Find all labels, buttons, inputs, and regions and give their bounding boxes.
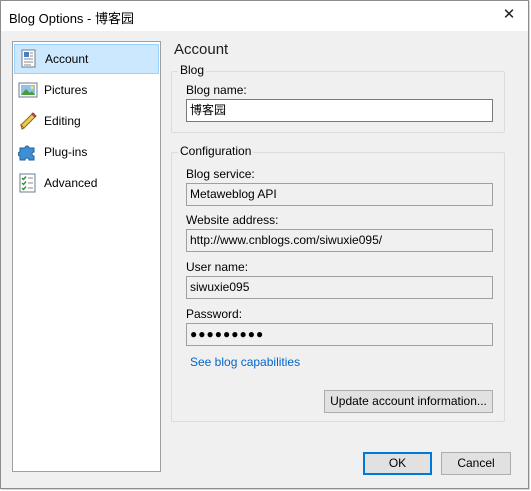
website-address-label: Website address: [186,213,279,227]
sidebar-item-label: Advanced [44,176,98,190]
password-field: ●●●●●●●●● [186,323,493,346]
page-title: Account [174,41,229,58]
blog-service-label: Blog service: [186,167,255,181]
website-address-field: http://www.cnblogs.com/siwuxie095/ [186,229,493,252]
configuration-group: Configuration Blog service: Metaweblog A… [171,144,505,422]
blog-name-label: Blog name: [186,83,247,97]
sidebar-item-advanced[interactable]: Advanced [14,168,159,198]
user-name-label: User name: [186,260,249,274]
window-title: Blog Options - 博客园 [9,11,134,26]
account-panel: Account Blog Blog name: 博客园 Configuratio… [171,41,511,431]
puzzle-icon [17,141,39,163]
checklist-icon [17,172,39,194]
title-bar: Blog Options - 博客园 ✕ [1,1,528,31]
account-page-icon [18,48,40,70]
cancel-button[interactable]: Cancel [441,452,511,475]
blog-service-field: Metaweblog API [186,183,493,206]
sidebar-item-pictures[interactable]: Pictures [14,75,159,105]
pictures-icon [17,79,39,101]
blog-options-dialog: Blog Options - 博客园 ✕ Account Pictures Ed… [0,0,529,489]
blog-group: Blog Blog name: 博客园 [171,63,505,133]
blog-group-label: Blog [178,63,207,77]
sidebar-item-plugins[interactable]: Plug-ins [14,137,159,167]
update-account-button[interactable]: Update account information... [324,390,493,413]
password-label: Password: [186,307,243,321]
close-button[interactable]: ✕ [496,3,522,27]
configuration-group-label: Configuration [178,144,254,158]
user-name-field: siwuxie095 [186,276,493,299]
sidebar-item-account[interactable]: Account [14,44,159,74]
sidebar-item-label: Account [45,52,89,66]
see-blog-capabilities-link[interactable]: See blog capabilities [190,355,300,369]
pencil-icon [17,110,39,132]
blog-name-field[interactable]: 博客园 [186,99,493,122]
options-sidebar: Account Pictures Editing Plug-ins Advanc… [12,41,161,472]
sidebar-item-label: Editing [44,114,81,128]
sidebar-item-label: Plug-ins [44,145,88,159]
sidebar-item-editing[interactable]: Editing [14,106,159,136]
ok-button[interactable]: OK [363,452,432,475]
sidebar-item-label: Pictures [44,83,88,97]
